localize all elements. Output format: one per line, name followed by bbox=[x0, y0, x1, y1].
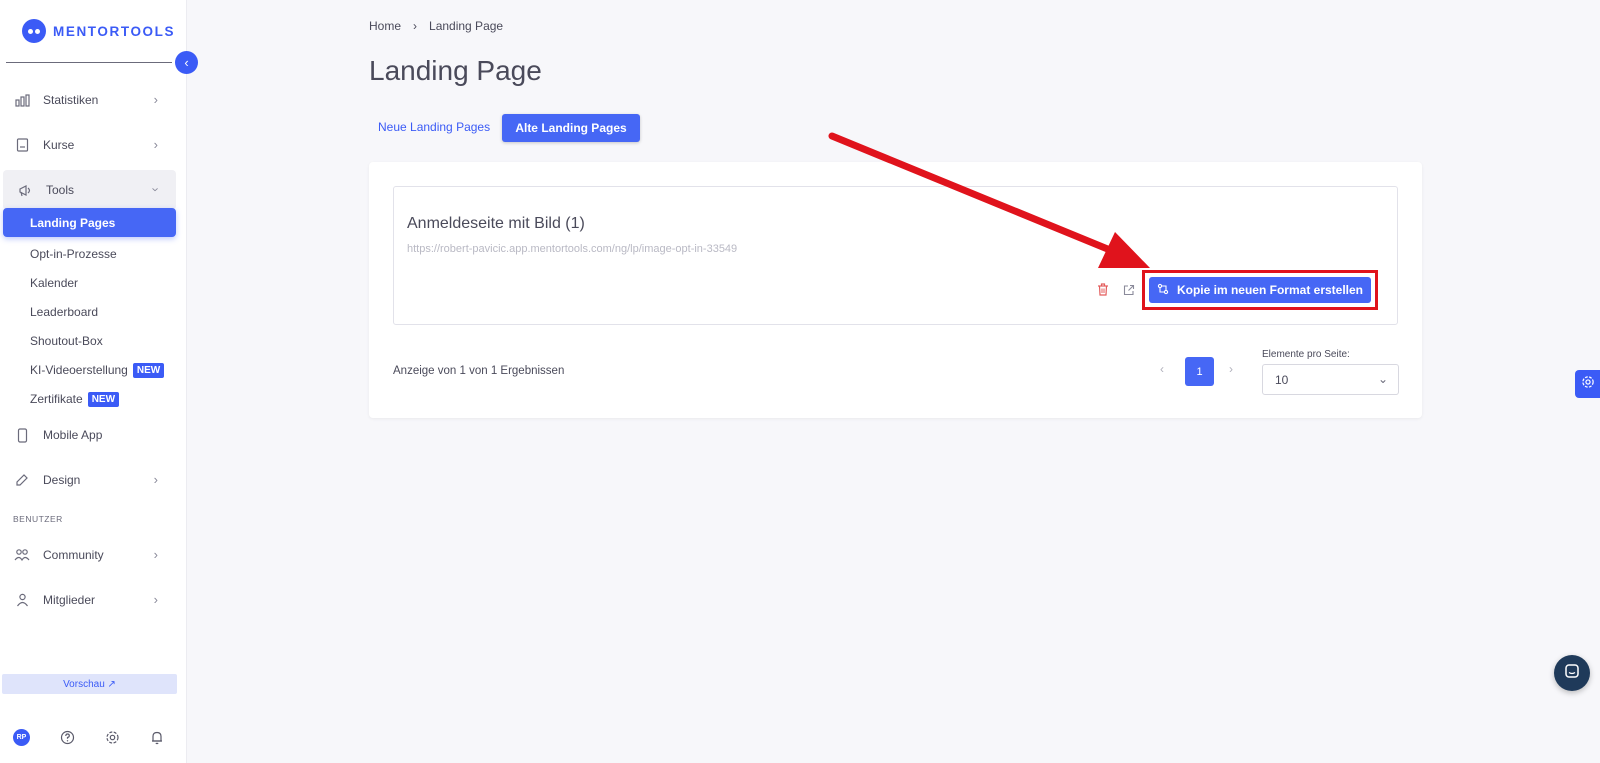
copy-new-format-button[interactable]: Kopie im neuen Format erstellen bbox=[1149, 277, 1371, 303]
logo-icon bbox=[22, 19, 46, 43]
logo-text: MENTORTOOLS bbox=[53, 23, 176, 39]
sidebar-item-label: Tools bbox=[46, 183, 75, 197]
user-icon bbox=[14, 592, 30, 608]
per-page-select[interactable]: 10 ⌄ bbox=[1262, 364, 1399, 395]
per-page-label: Elemente pro Seite: bbox=[1262, 349, 1350, 360]
sidebar-divider bbox=[6, 62, 172, 63]
sidebar: MENTORTOOLS Statistiken › Kurse › Tools … bbox=[0, 0, 187, 763]
results-count: Anzeige von 1 von 1 Ergebnissen bbox=[393, 365, 565, 377]
sidebar-item-label: Mitglieder bbox=[43, 593, 96, 607]
page-title: Landing Page bbox=[369, 55, 542, 86]
breadcrumb-separator-icon: › bbox=[413, 19, 418, 33]
sidebar-subitem-leaderboard[interactable]: Leaderboard bbox=[30, 298, 98, 326]
breadcrumb-current: Landing Page bbox=[429, 19, 504, 33]
chevron-right-icon: › bbox=[153, 592, 158, 607]
book-icon bbox=[14, 137, 30, 153]
convert-icon bbox=[1157, 283, 1169, 298]
chat-button[interactable] bbox=[1554, 655, 1590, 691]
sidebar-item-statistiken[interactable]: Statistiken › bbox=[0, 80, 176, 120]
pagination-current-page[interactable]: 1 bbox=[1185, 357, 1214, 386]
preview-button[interactable]: Vorschau ↗ bbox=[2, 674, 177, 694]
sidebar-item-tools[interactable]: Tools › bbox=[3, 170, 176, 210]
sidebar-subitem-label: Opt-in-Prozesse bbox=[30, 247, 117, 261]
logo[interactable]: MENTORTOOLS bbox=[22, 19, 175, 43]
tab-new-landing-pages[interactable]: Neue Landing Pages bbox=[378, 120, 490, 134]
sidebar-item-label: Statistiken bbox=[43, 93, 99, 107]
new-badge: NEW bbox=[132, 362, 165, 378]
sidebar-item-label: Community bbox=[43, 548, 104, 562]
sidebar-subitem-zertifikate[interactable]: Zertifikate NEW bbox=[30, 385, 120, 413]
highlight-box: Kopie im neuen Format erstellen bbox=[1142, 270, 1378, 310]
copy-button-label: Kopie im neuen Format erstellen bbox=[1176, 283, 1364, 297]
landing-page-title: Anmeldeseite mit Bild (1) bbox=[407, 215, 585, 232]
sidebar-subitem-label: KI-Videoerstellung bbox=[30, 363, 128, 377]
settings-tab[interactable] bbox=[1575, 370, 1600, 398]
gear-icon[interactable] bbox=[103, 728, 121, 746]
bell-icon[interactable] bbox=[148, 728, 166, 746]
pagination-next-icon[interactable]: › bbox=[1229, 362, 1233, 376]
sidebar-item-mitglieder[interactable]: Mitglieder › bbox=[0, 580, 176, 620]
edit-icon bbox=[14, 472, 30, 488]
sidebar-item-mobile-app[interactable]: Mobile App bbox=[0, 415, 176, 455]
sidebar-item-label: Design bbox=[43, 473, 81, 487]
sidebar-item-label: Kurse bbox=[43, 138, 75, 152]
sidebar-subitem-ki-video[interactable]: KI-Videoerstellung NEW bbox=[30, 356, 165, 384]
sidebar-subitem-shoutout[interactable]: Shoutout-Box bbox=[30, 327, 103, 355]
landing-page-url[interactable]: https://robert-pavicic.app.mentortools.c… bbox=[407, 243, 737, 255]
sidebar-item-label: Mobile App bbox=[43, 428, 103, 442]
help-icon[interactable] bbox=[58, 728, 76, 746]
chevron-right-icon: › bbox=[153, 137, 158, 152]
avatar[interactable]: RP bbox=[13, 729, 30, 746]
sidebar-subitem-kalender[interactable]: Kalender bbox=[30, 269, 78, 297]
chevron-down-icon: ⌄ bbox=[1377, 372, 1388, 386]
sidebar-subitem-opt-in[interactable]: Opt-in-Prozesse bbox=[30, 240, 117, 268]
users-icon bbox=[14, 547, 30, 563]
sidebar-item-design[interactable]: Design › bbox=[0, 460, 176, 500]
sidebar-subitem-label: Landing Pages bbox=[30, 215, 116, 230]
sidebar-subitem-label: Kalender bbox=[30, 276, 79, 290]
tab-old-landing-pages[interactable]: Alte Landing Pages bbox=[502, 114, 640, 142]
sidebar-subitem-label: Shoutout-Box bbox=[30, 334, 103, 348]
chat-icon bbox=[1564, 663, 1580, 684]
bar-chart-icon bbox=[14, 92, 30, 108]
collapse-sidebar-button[interactable]: ‹ bbox=[175, 51, 198, 74]
new-badge: NEW bbox=[87, 391, 120, 407]
breadcrumb-home[interactable]: Home bbox=[369, 19, 401, 33]
phone-icon bbox=[14, 427, 30, 443]
chevron-left-icon: ‹ bbox=[184, 55, 189, 70]
chevron-down-icon: › bbox=[148, 187, 164, 192]
per-page-value: 10 bbox=[1275, 372, 1289, 387]
breadcrumb: Home › Landing Page bbox=[369, 19, 503, 33]
chevron-right-icon: › bbox=[153, 472, 158, 487]
chevron-right-icon: › bbox=[153, 547, 158, 562]
landing-pages-card: Anmeldeseite mit Bild (1) https://robert… bbox=[369, 162, 1422, 418]
landing-page-item: Anmeldeseite mit Bild (1) https://robert… bbox=[393, 186, 1398, 325]
external-link-icon[interactable] bbox=[1123, 283, 1137, 297]
trash-icon[interactable] bbox=[1097, 283, 1111, 297]
sidebar-footer: RP bbox=[0, 728, 187, 750]
pagination-prev-icon[interactable]: ‹ bbox=[1160, 362, 1164, 376]
megaphone-icon bbox=[17, 182, 33, 198]
sidebar-subitem-landing-pages[interactable]: Landing Pages bbox=[3, 208, 176, 237]
section-label-benutzer: BENUTZER bbox=[13, 514, 63, 524]
chevron-right-icon: › bbox=[153, 92, 158, 107]
gear-icon bbox=[1581, 375, 1595, 394]
sidebar-subitem-label: Leaderboard bbox=[30, 305, 99, 319]
sidebar-item-community[interactable]: Community › bbox=[0, 535, 176, 575]
sidebar-item-kurse[interactable]: Kurse › bbox=[0, 125, 176, 165]
sidebar-subitem-label: Zertifikate bbox=[30, 392, 83, 406]
